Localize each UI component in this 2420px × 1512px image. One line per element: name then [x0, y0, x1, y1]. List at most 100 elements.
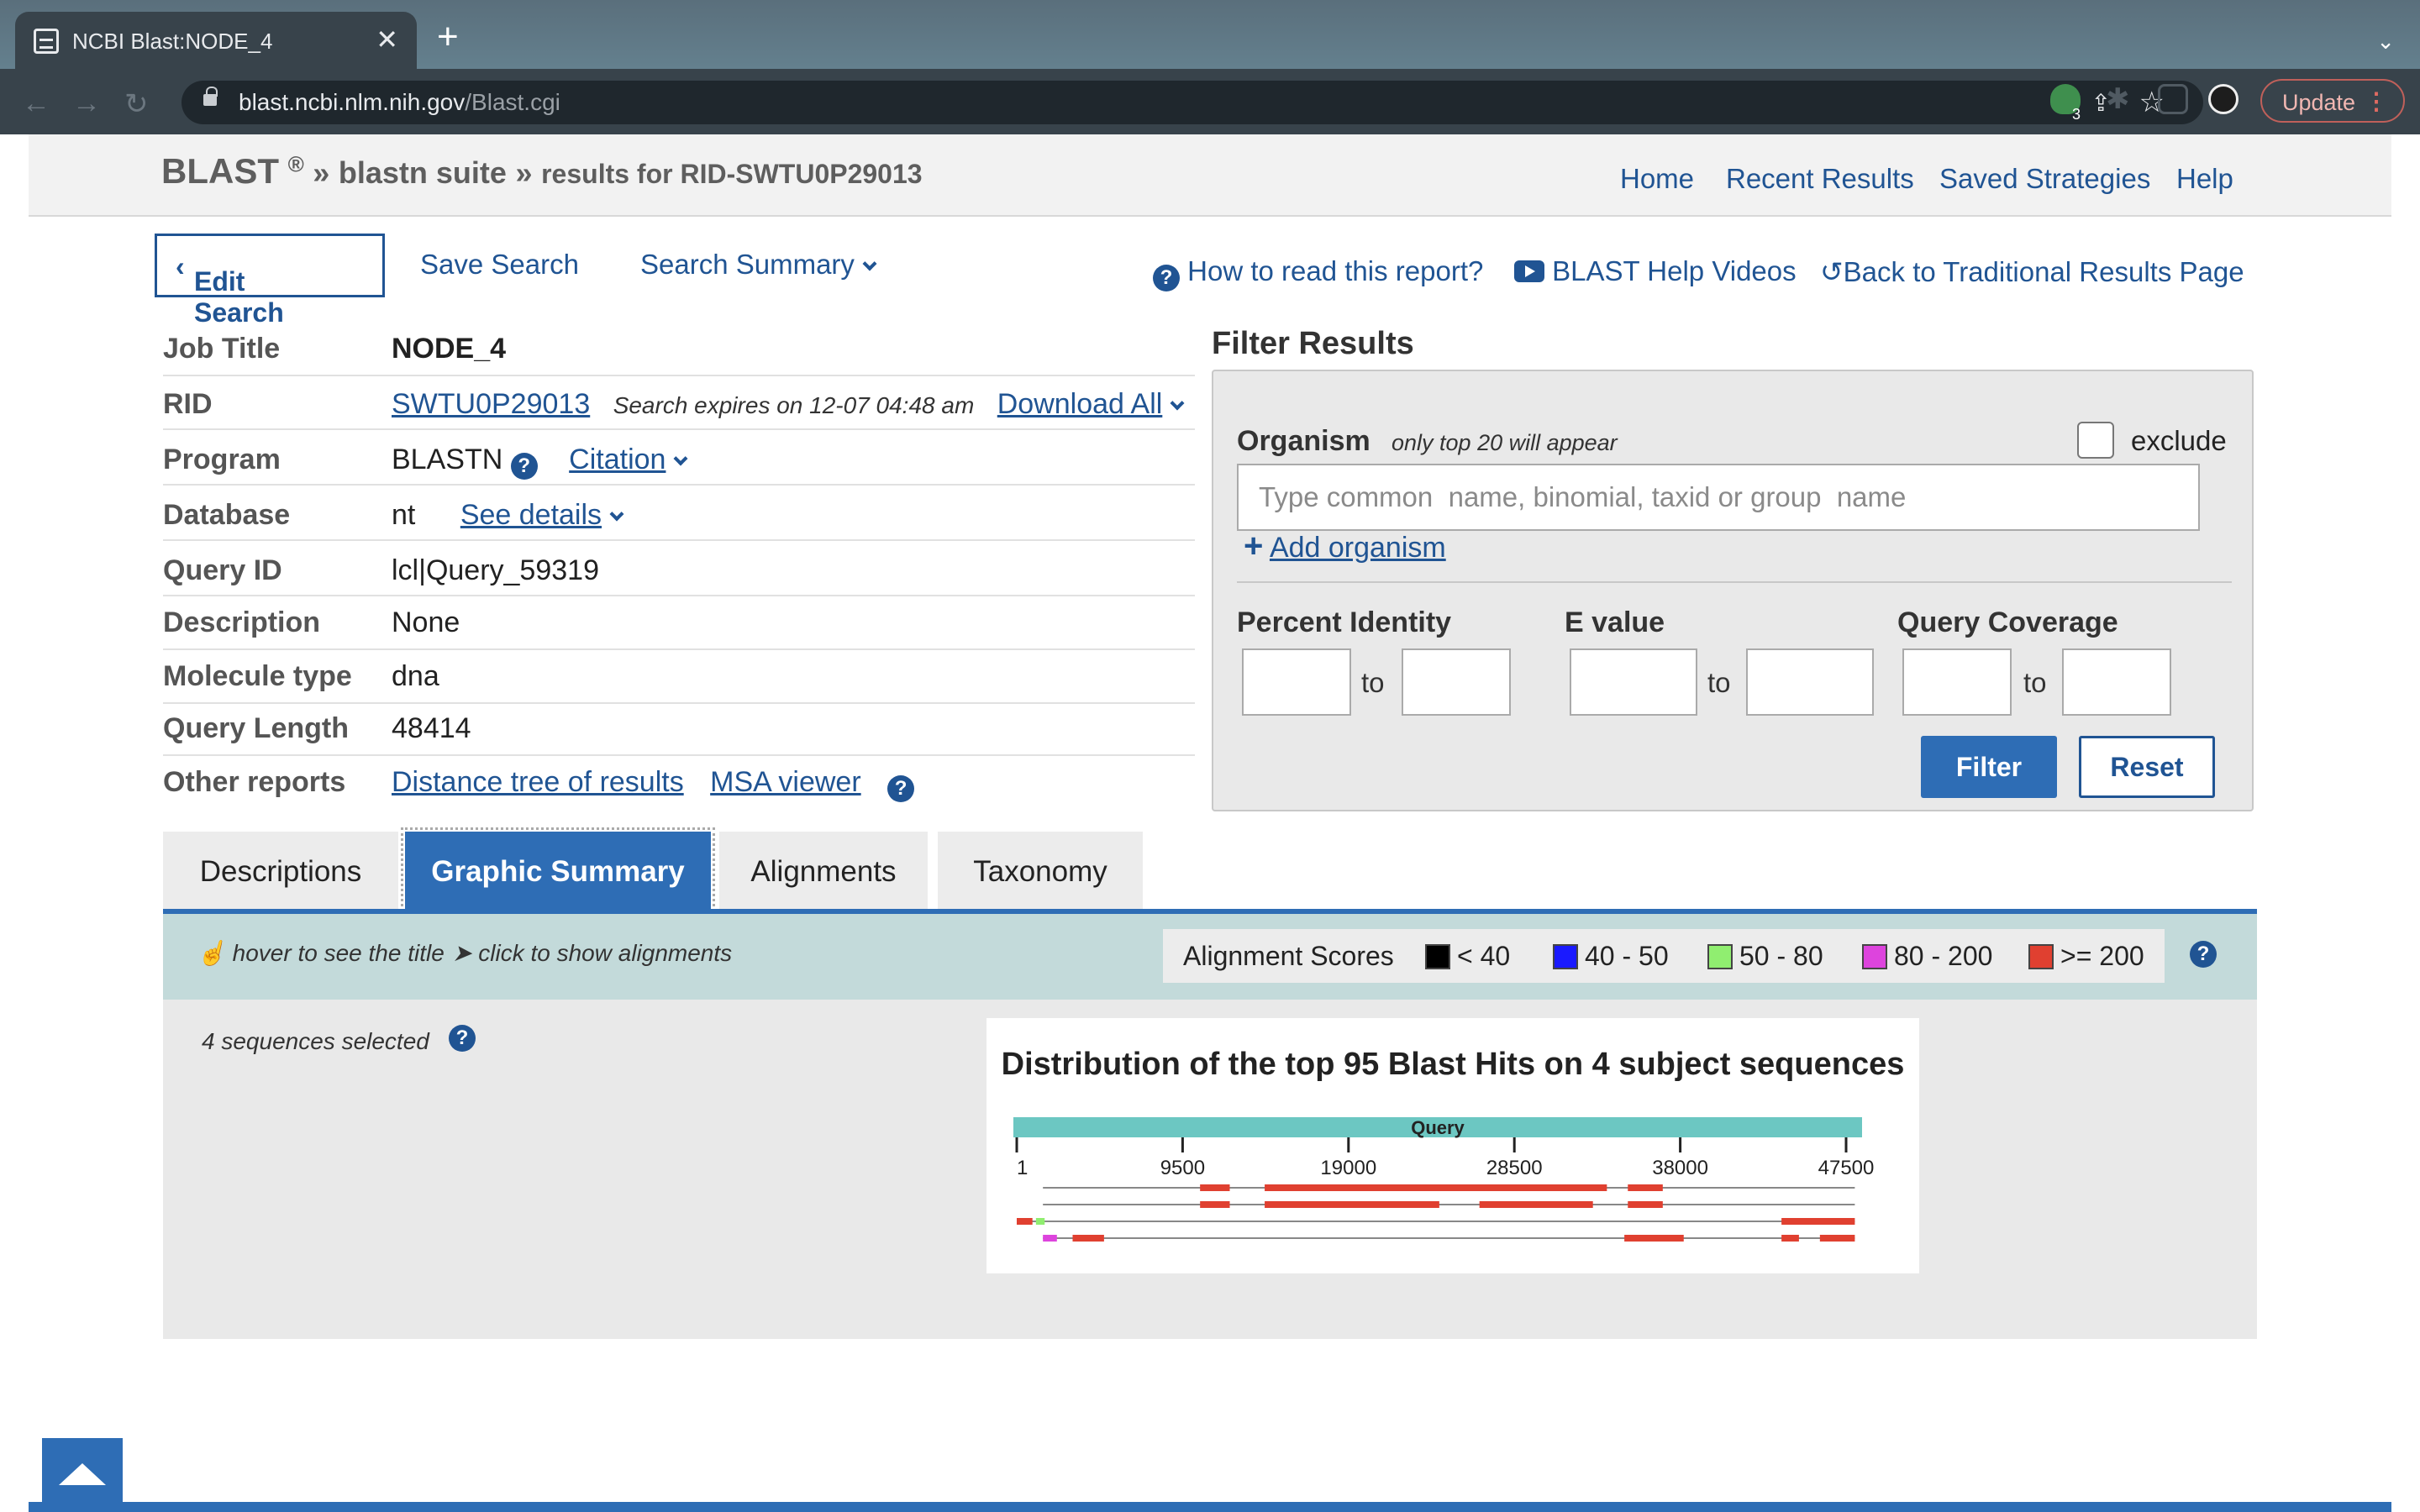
hit-bar[interactable]: [1072, 1235, 1104, 1242]
divider: [1237, 581, 2232, 583]
add-organism-link[interactable]: + Add organism: [1244, 528, 1446, 565]
molecule-type-value: dna: [392, 660, 439, 692]
profile-avatar[interactable]: [2208, 84, 2238, 114]
hit-distribution-svg: Query 1 9500 19000 28500 38000 47500: [1013, 1117, 1874, 1242]
hit-bar[interactable]: [1781, 1235, 1799, 1242]
breadcrumb-suite[interactable]: blastn suite: [339, 155, 507, 190]
nav-help[interactable]: Help: [2176, 163, 2233, 195]
question-icon[interactable]: ?: [449, 1025, 476, 1052]
see-details-dropdown[interactable]: See details: [460, 499, 602, 531]
question-icon[interactable]: ?: [510, 453, 538, 480]
hit-bar[interactable]: [1265, 1184, 1607, 1191]
e-value-to-input[interactable]: [1746, 648, 1874, 716]
hit-bar[interactable]: [1200, 1184, 1230, 1191]
nav-home[interactable]: Home: [1620, 163, 1694, 195]
database-value: nt: [392, 499, 416, 531]
score-swatch: [1425, 944, 1450, 969]
edit-search-button[interactable]: ‹ Edit Search: [155, 234, 385, 328]
side-panel-icon[interactable]: [2158, 84, 2188, 114]
hit-bar[interactable]: [1781, 1218, 1855, 1225]
percent-identity-from-input[interactable]: [1242, 648, 1351, 716]
query-coverage-label: Query Coverage: [1897, 606, 2118, 638]
hit-bar[interactable]: [1265, 1201, 1439, 1208]
hit-bar[interactable]: [1043, 1235, 1057, 1242]
scroll-to-top-button[interactable]: [42, 1438, 123, 1512]
puzzle-extension-icon[interactable]: ✱: [2106, 84, 2136, 114]
question-icon[interactable]: ?: [887, 775, 915, 802]
query-id-row: Query ID lcl|Query_59319: [163, 543, 1195, 596]
download-all-dropdown[interactable]: Download All: [997, 388, 1163, 420]
help-videos-link[interactable]: BLAST Help Videos: [1514, 255, 1797, 287]
hit-bar[interactable]: [1479, 1201, 1593, 1208]
query-coverage-from-input[interactable]: [1902, 648, 2012, 716]
lock-icon: [203, 87, 218, 106]
question-icon[interactable]: ?: [2190, 941, 2217, 968]
save-search-link[interactable]: Save Search: [420, 249, 579, 281]
nav-saved-strategies[interactable]: Saved Strategies: [1939, 163, 2150, 195]
sequences-selected-text: 4 sequences selected: [202, 1028, 429, 1054]
axis-tick-label: 9500: [1160, 1157, 1205, 1179]
e-value-from-input[interactable]: [1570, 648, 1697, 716]
graphic-summary-area: 4 sequences selected ? Distribution of t…: [163, 1000, 2257, 1339]
back-traditional-link[interactable]: ↺Back to Traditional Results Page: [1820, 255, 2244, 288]
hit-bar[interactable]: [1200, 1201, 1230, 1208]
citation-dropdown[interactable]: Citation: [569, 444, 666, 475]
query-id-value: lcl|Query_59319: [392, 554, 599, 586]
job-title-value: NODE_4: [392, 333, 507, 365]
axis-tick-label: 1: [1017, 1157, 1028, 1179]
address-bar[interactable]: blast.ncbi.nlm.nih.gov/Blast.cgi ⇪ ☆: [182, 81, 2203, 124]
hit-bar[interactable]: [1624, 1235, 1684, 1242]
hit-bar[interactable]: [1035, 1218, 1045, 1225]
exclude-checkbox[interactable]: [2077, 422, 2114, 459]
axis-tick-label: 19000: [1320, 1157, 1376, 1179]
program-value: BLASTN: [392, 444, 503, 475]
database-row: Database nt See details: [163, 487, 1195, 541]
close-tab-icon[interactable]: ✕: [376, 24, 398, 55]
tab-graphic-summary[interactable]: Graphic Summary: [401, 827, 715, 916]
program-row: Program BLASTN ? Citation: [163, 432, 1195, 486]
hit-distribution-chart: Distribution of the top 95 Blast Hits on…: [986, 1018, 1919, 1273]
search-summary-dropdown[interactable]: Search Summary: [640, 249, 877, 281]
tab-title: NCBI Blast:NODE_4: [72, 29, 273, 54]
percent-identity-to-input[interactable]: [1402, 648, 1511, 716]
tab-taxonomy[interactable]: Taxonomy: [938, 832, 1143, 912]
hit-bar[interactable]: [1628, 1201, 1663, 1208]
hand-pointer-icon: ☝: [197, 940, 226, 966]
hit-bar[interactable]: [1017, 1218, 1033, 1225]
query-length-row: Query Length 48414: [163, 702, 1195, 756]
update-button[interactable]: Update ⋮: [2260, 79, 2405, 123]
hit-bar[interactable]: [1628, 1184, 1663, 1191]
video-play-icon: [1514, 260, 1544, 282]
other-reports-row: Other reports Distance tree of results M…: [163, 756, 1195, 810]
tab-alignments[interactable]: Alignments: [719, 832, 928, 912]
reset-button[interactable]: Reset: [2079, 736, 2215, 798]
hit-bar[interactable]: [1819, 1235, 1855, 1242]
alignment-scores-label: Alignment Scores: [1183, 941, 1394, 971]
distance-tree-link[interactable]: Distance tree of results: [392, 766, 684, 798]
organism-input[interactable]: [1237, 464, 2200, 531]
rid-link[interactable]: SWTU0P29013: [392, 388, 590, 420]
plus-icon: +: [1244, 528, 1264, 564]
breadcrumb-blast[interactable]: BLAST: [161, 151, 279, 191]
filter-panel: Organism only top 20 will appear exclude…: [1212, 370, 2254, 811]
axis-tick-label: 28500: [1486, 1157, 1543, 1179]
legend-bar: ☝ hover to see the title ➤ click to show…: [163, 914, 2257, 1000]
msa-viewer-link[interactable]: MSA viewer: [710, 766, 861, 798]
breadcrumb: BLAST ® » blastn suite » results for RID…: [161, 151, 923, 191]
back-arrow-icon[interactable]: ←: [22, 87, 50, 120]
how-to-read-link[interactable]: ? How to read this report?: [1153, 255, 1483, 291]
cursor-arrow-icon: ➤: [452, 940, 472, 966]
nav-recent-results[interactable]: Recent Results: [1726, 163, 1914, 195]
score-swatch: [1862, 944, 1887, 969]
molecule-type-row: Molecule type dna: [163, 650, 1195, 704]
tab-search-chevron-icon[interactable]: ⌄: [2376, 29, 2395, 55]
new-tab-icon[interactable]: +: [437, 18, 459, 55]
reload-icon[interactable]: ↻: [124, 87, 149, 121]
tab-descriptions[interactable]: Descriptions: [163, 832, 398, 912]
forward-arrow-icon[interactable]: →: [72, 87, 101, 120]
browser-tab[interactable]: NCBI Blast:NODE_4 ✕: [15, 12, 417, 69]
axis-ticks: 1 9500 19000 28500 38000 47500: [1015, 1137, 1874, 1179]
query-coverage-to-input[interactable]: [2062, 648, 2171, 716]
description-value: None: [392, 606, 460, 638]
filter-button[interactable]: Filter: [1921, 736, 2057, 798]
